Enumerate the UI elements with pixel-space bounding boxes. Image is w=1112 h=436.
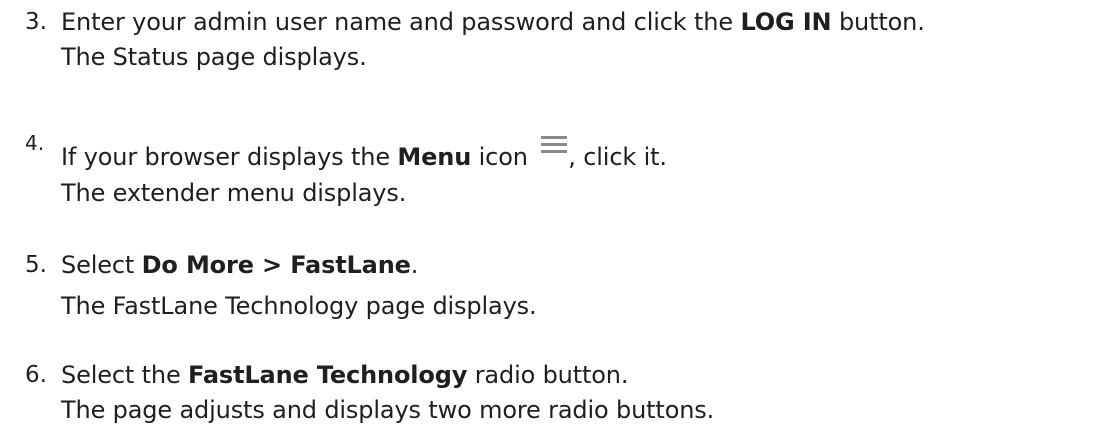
step-6-instruction: Select the FastLane Technology radio but… (61, 361, 629, 389)
step-number: 5. (25, 252, 47, 278)
log-in-label: LOG IN (740, 8, 832, 36)
do-more-fastlane-label: Do More > FastLane (141, 251, 411, 279)
step-5-result: The FastLane Technology page displays. (61, 292, 537, 320)
step-4-instruction: If your browser displays the Menu icon ,… (61, 136, 667, 174)
step-3-result: The Status page displays. (61, 43, 367, 71)
hamburger-menu-icon (541, 136, 568, 156)
step-number: 4. (25, 131, 45, 155)
step-number: 6. (25, 362, 47, 388)
fastlane-technology-label: FastLane Technology (188, 361, 468, 389)
step-5-instruction: Select Do More > FastLane. (61, 251, 419, 279)
step-number: 3. (25, 9, 47, 35)
step-3-instruction: Enter your admin user name and password … (61, 8, 925, 36)
menu-label: Menu (397, 143, 472, 171)
step-6-result: The page adjusts and displays two more r… (61, 396, 715, 424)
step-4-result: The extender menu displays. (61, 179, 407, 207)
